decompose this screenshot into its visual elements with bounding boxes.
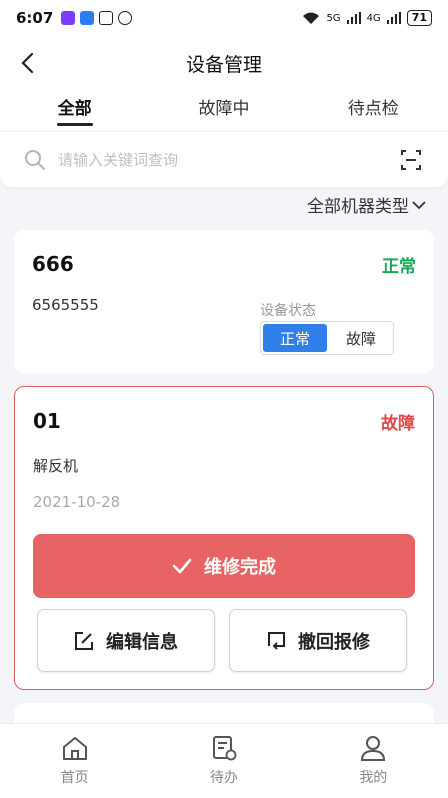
search-icon xyxy=(25,149,45,170)
chevron-left-icon xyxy=(21,52,34,74)
tab-bar: 全部 故障中 待点检 xyxy=(0,90,448,130)
edit-info-button[interactable]: 编辑信息 xyxy=(37,609,215,672)
device-card[interactable]: 666 正常 6565555 设备状态 正常 故障 xyxy=(14,230,434,373)
repair-complete-label: 维修完成 xyxy=(204,557,276,578)
nav-label: 我的 xyxy=(359,770,388,786)
device-description: 解反机 xyxy=(33,457,79,475)
search-input[interactable]: 请输入关键词查询 xyxy=(58,149,398,170)
edit-info-label: 编辑信息 xyxy=(106,631,178,653)
user-icon xyxy=(361,736,386,761)
tab-all[interactable]: 全部 xyxy=(0,90,149,130)
device-state-label: 设备状态 xyxy=(260,303,316,319)
home-icon xyxy=(62,737,87,760)
tab-label: 待点检 xyxy=(347,99,399,119)
header: 设备管理 xyxy=(0,36,448,90)
checkmark-icon xyxy=(172,558,192,574)
chevron-down-icon xyxy=(412,200,426,209)
nav-label: 待办 xyxy=(209,770,238,786)
page-title: 设备管理 xyxy=(185,53,262,76)
nav-todo[interactable]: 待办 xyxy=(149,724,298,798)
bottom-nav: 首页 待办 我的 xyxy=(0,723,448,798)
device-name: 01 xyxy=(33,409,61,433)
status-bar: 6:07 5G 4G 71 xyxy=(0,0,448,36)
status-badge: 故障 xyxy=(381,414,415,434)
alarm-icon xyxy=(118,11,133,25)
tab-pending-inspection[interactable]: 待点检 xyxy=(299,90,448,130)
device-description: 6565555 xyxy=(32,296,99,314)
signal-5g-label: 5G xyxy=(326,12,341,24)
message-notification-icon xyxy=(80,11,95,25)
battery-indicator: 71 xyxy=(406,10,432,26)
signal-4g-label: 4G xyxy=(366,12,381,24)
state-fault-option[interactable]: 故障 xyxy=(329,322,393,354)
nav-label: 首页 xyxy=(60,770,89,786)
status-right: 5G 4G 71 xyxy=(302,10,432,26)
scan-icon xyxy=(401,149,421,170)
status-badge: 正常 xyxy=(382,257,416,277)
todo-icon xyxy=(212,736,237,761)
device-card[interactable]: 01 故障 解反机 2021-10-28 维修完成 编辑信息 撤回报修 xyxy=(14,386,434,690)
revoke-repair-label: 撤回报修 xyxy=(298,631,370,653)
wifi-icon xyxy=(303,12,320,24)
signal-icon xyxy=(346,12,361,24)
scan-button[interactable] xyxy=(398,147,424,173)
device-name: 666 xyxy=(32,252,74,276)
revoke-icon xyxy=(268,631,285,650)
device-state-toggle: 正常 故障 xyxy=(260,321,394,355)
back-button[interactable] xyxy=(14,50,40,76)
tab-label: 全部 xyxy=(57,99,92,119)
tab-faulty[interactable]: 故障中 xyxy=(149,90,298,130)
revoke-repair-button[interactable]: 撤回报修 xyxy=(229,609,407,672)
tab-label: 故障中 xyxy=(198,99,250,119)
search-bar[interactable]: 请输入关键词查询 xyxy=(0,132,448,187)
status-time: 6:07 xyxy=(16,9,54,27)
edit-icon xyxy=(75,631,93,650)
nav-home[interactable]: 首页 xyxy=(0,724,149,798)
nav-mine[interactable]: 我的 xyxy=(299,724,448,798)
app-notification-icon xyxy=(61,11,76,25)
signal-icon-2 xyxy=(386,12,401,24)
filter-label: 全部机器类型 xyxy=(307,197,409,217)
machine-type-filter[interactable]: 全部机器类型 xyxy=(307,192,426,217)
state-normal-option[interactable]: 正常 xyxy=(263,324,327,352)
repair-complete-button[interactable]: 维修完成 xyxy=(33,534,415,598)
nfc-icon xyxy=(99,11,114,25)
device-date: 2021-10-28 xyxy=(33,493,121,511)
